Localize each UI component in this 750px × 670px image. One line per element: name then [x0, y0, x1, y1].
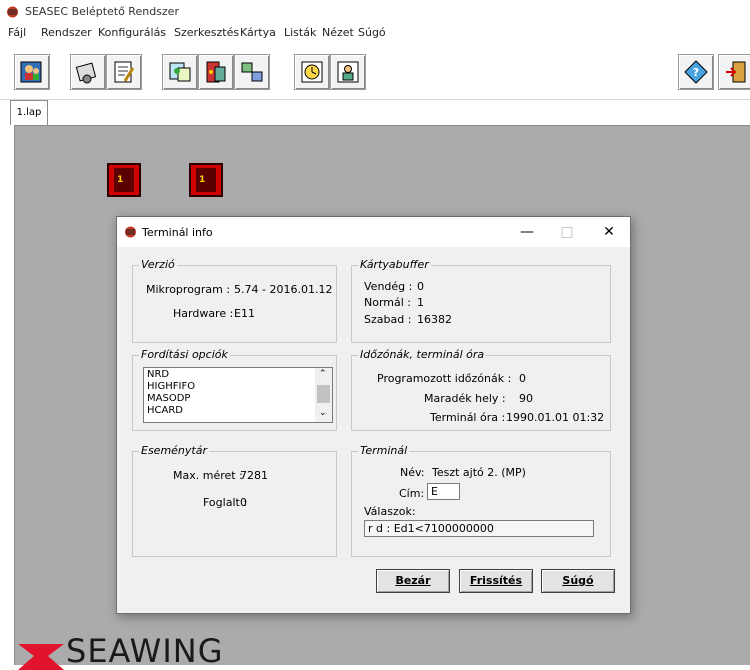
toolbar-button-terminal[interactable]: [162, 54, 198, 90]
listbox-scrollbar[interactable]: ⌃ ⌄: [315, 368, 332, 422]
scroll-down-icon[interactable]: ⌄: [319, 408, 327, 418]
maximize-icon: □: [560, 224, 574, 240]
dialog-titlebar: Terminál info — □ ✕: [117, 217, 630, 247]
logo-mark-icon: [18, 644, 64, 670]
responses-label: Válaszok:: [364, 505, 416, 518]
max-size-label: Max. méret :: [173, 469, 243, 482]
guest-label: Vendég :: [364, 280, 413, 293]
tab-page-1[interactable]: 1.lap: [10, 100, 48, 125]
normal-label: Normál :: [364, 296, 412, 309]
toolbar-button-users[interactable]: [14, 54, 50, 90]
terminal-legend: Terminál: [358, 444, 410, 457]
menu-lists[interactable]: Listák: [284, 26, 316, 39]
address-field[interactable]: E: [427, 483, 460, 500]
list-item[interactable]: NRD: [147, 369, 169, 380]
toolbar-button-door[interactable]: [198, 54, 234, 90]
terminal-clock-label: Terminál óra :: [430, 411, 506, 424]
free-label: Szabad :: [364, 313, 412, 326]
tab-strip: 1.lap: [0, 100, 750, 126]
event-store-group: Eseménytár Max. méret : 7281 Foglalt : 0: [132, 444, 337, 557]
menu-file[interactable]: Fájl: [8, 26, 26, 39]
normal-value: 1: [417, 296, 424, 309]
guest-value: 0: [417, 280, 424, 293]
remaining-value: 90: [519, 392, 533, 405]
card-buffer-group: Kártyabuffer Vendég : 0 Normál : 1 Szaba…: [351, 258, 611, 343]
door-icon[interactable]: 1: [107, 163, 141, 197]
terminal-group: Terminál Név: Teszt ajtó 2. (MP) Cím: E …: [351, 444, 611, 557]
responses-field: r d : Ed1<7100000000: [364, 520, 594, 537]
menu-config[interactable]: Konfigurálás: [98, 26, 166, 39]
toolbar-button-edit[interactable]: [106, 54, 142, 90]
toolbar: ?: [0, 47, 750, 100]
programmed-timezones-value: 0: [519, 372, 526, 385]
terminal-icon: [169, 62, 191, 82]
toolbar-button-schedule[interactable]: [294, 54, 330, 90]
toolbar-button-network[interactable]: [234, 54, 270, 90]
clock-icon: [301, 61, 323, 83]
hardware-label: Hardware :: [173, 307, 234, 320]
menu-card[interactable]: Kártya: [240, 26, 276, 39]
toolbar-button-persons[interactable]: [330, 54, 366, 90]
compile-options-legend: Fordítási opciók: [139, 348, 230, 361]
network-icon: [241, 62, 263, 82]
card-reader-icon: [75, 62, 97, 84]
timezone-group: Időzónák, terminál óra Programozott időz…: [351, 348, 611, 431]
version-group: Verzió Mikroprogram : 5.74 - 2016.01.12 …: [132, 258, 337, 343]
menu-edit[interactable]: Szerkesztés: [174, 26, 239, 39]
edit-list-icon: [114, 61, 135, 83]
svg-text:?: ?: [693, 66, 699, 79]
toolbar-button-exit[interactable]: [718, 54, 750, 90]
exit-door-icon: [726, 61, 746, 83]
help-icon: ?: [684, 60, 708, 84]
firmware-label: Mikroprogram :: [146, 283, 231, 296]
door-access-icon: [206, 61, 226, 83]
card-buffer-legend: Kártyabuffer: [358, 258, 431, 271]
menu-view[interactable]: Nézet: [322, 26, 354, 39]
event-store-legend: Eseménytár: [139, 444, 209, 457]
terminal-clock-value: 1990.01.01 01:32: [506, 411, 605, 424]
menu-system[interactable]: Rendszer: [41, 26, 92, 39]
app-logo-icon: [7, 6, 18, 18]
timezone-legend: Időzónák, terminál óra: [358, 348, 487, 361]
dialog-title: Terminál info: [142, 226, 213, 239]
remaining-label: Maradék hely :: [424, 392, 506, 405]
person-card-icon: [337, 61, 359, 83]
dialog-app-icon: [125, 226, 136, 238]
scroll-up-icon[interactable]: ⌃: [319, 369, 327, 379]
compile-options-listbox[interactable]: NRD HIGHFIFO MASODP HCARD ⌃ ⌄: [143, 367, 333, 423]
scrollbar-thumb[interactable]: [317, 385, 330, 403]
app-title: SEASEC Beléptető Rendszer: [25, 5, 179, 18]
close-button[interactable]: Bezár: [376, 569, 450, 593]
firmware-value: 5.74 - 2016.01.12: [234, 283, 333, 296]
max-size-value: 7281: [240, 469, 268, 482]
help-button[interactable]: Súgó: [541, 569, 615, 593]
hardware-value: E11: [234, 307, 255, 320]
menu-bar: Fájl Rendszer Konfigurálás Szerkesztés K…: [0, 22, 750, 42]
address-label: Cím:: [399, 487, 425, 500]
compile-options-group: Fordítási opciók NRD HIGHFIFO MASODP HCA…: [132, 348, 337, 431]
programmed-timezones-label: Programozott időzónák :: [377, 372, 512, 385]
minimize-icon[interactable]: —: [507, 217, 547, 247]
free-value: 16382: [417, 313, 452, 326]
refresh-button[interactable]: Frissítés: [459, 569, 533, 593]
door-label: 1: [117, 175, 124, 185]
app-titlebar: SEASEC Beléptető Rendszer: [0, 0, 750, 22]
name-value: Teszt ajtó 2. (MP): [432, 466, 526, 479]
version-legend: Verzió: [139, 258, 177, 271]
used-value: 0: [240, 496, 247, 509]
users-icon: [20, 61, 42, 83]
door-label: 1: [199, 175, 206, 185]
toolbar-button-help[interactable]: ?: [678, 54, 714, 90]
toolbar-button-cards[interactable]: [70, 54, 106, 90]
door-icon[interactable]: 1: [189, 163, 223, 197]
name-label: Név:: [400, 466, 425, 479]
list-item[interactable]: HCARD: [147, 405, 183, 416]
list-item[interactable]: HIGHFIFO: [147, 381, 195, 392]
close-icon[interactable]: ✕: [589, 217, 629, 247]
menu-help[interactable]: Súgó: [358, 26, 386, 39]
logo-text: SEAWING: [66, 632, 224, 670]
terminal-info-dialog: Terminál info — □ ✕ Verzió Mikroprogram …: [116, 216, 631, 614]
list-item[interactable]: MASODP: [147, 393, 190, 404]
